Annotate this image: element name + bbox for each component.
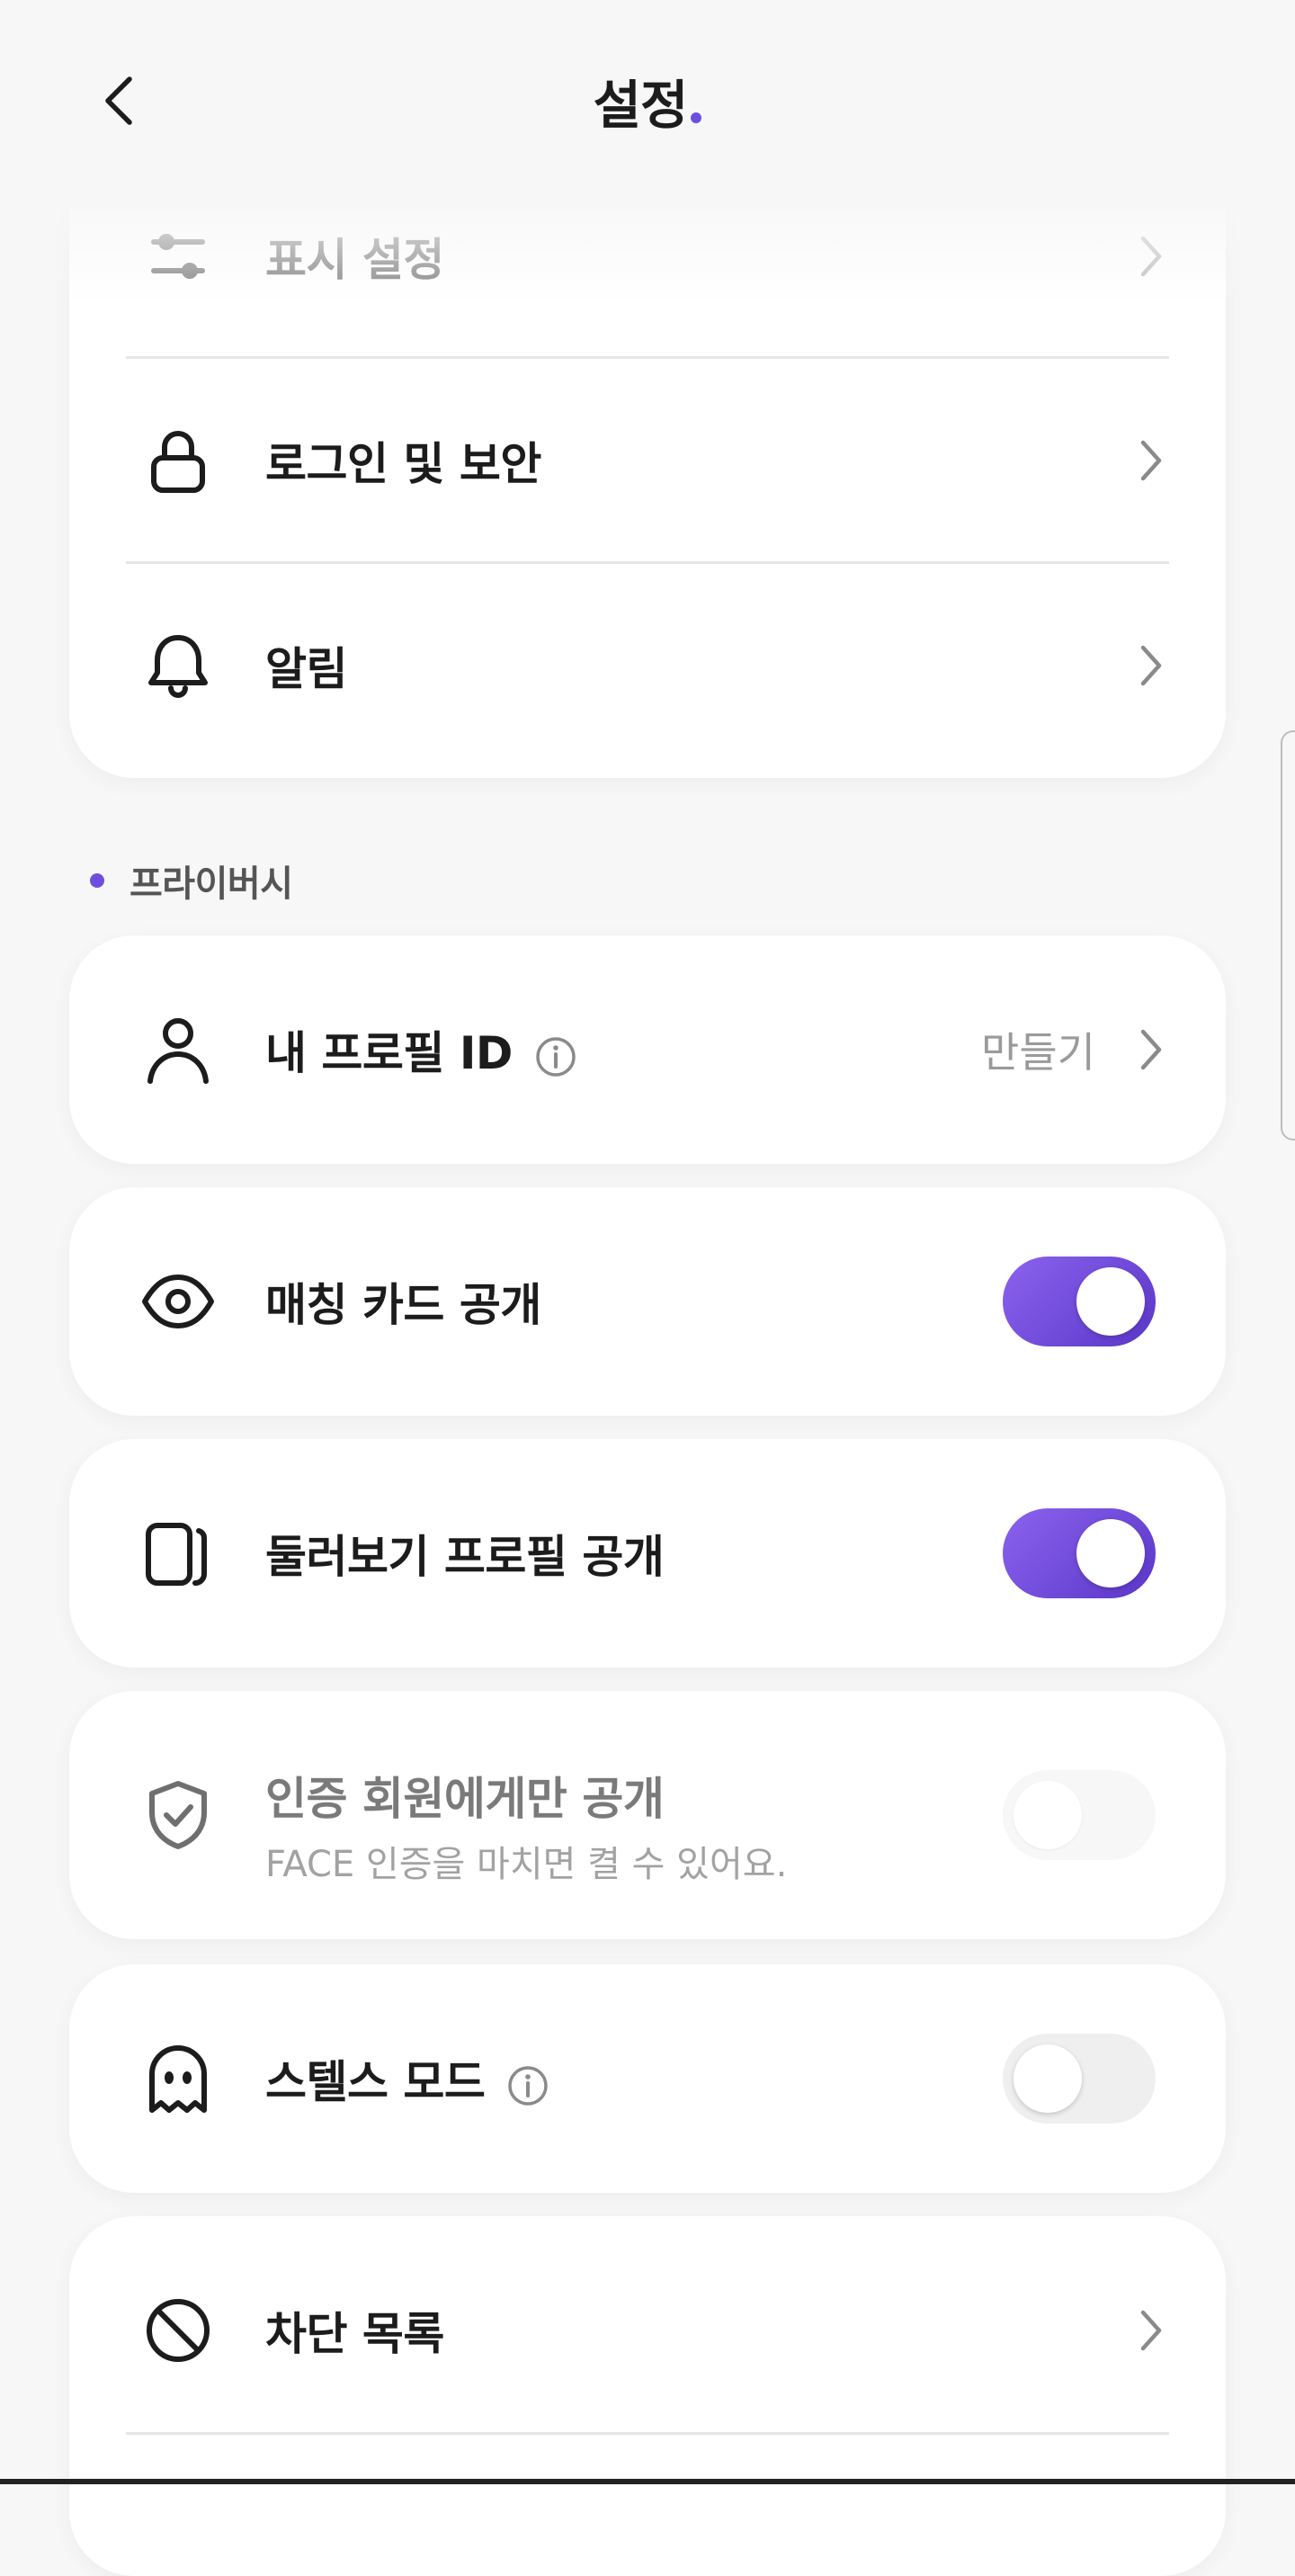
display-settings-label: 표시 설정: [265, 234, 444, 286]
verified-only-row: 인증 회원에게만 공개 FACE 인증을 마치면 켤 수 있어요.: [69, 1691, 1226, 1939]
section-accent-dot: [90, 873, 104, 888]
stealth-mode-row: 스텔스 모드: [69, 1977, 1226, 2180]
matching-card-visibility-card: 매칭 카드 공개: [69, 1187, 1226, 1416]
login-security-label: 로그인 및 보안: [265, 438, 541, 490]
matching-card-visibility-row: 매칭 카드 공개: [69, 1200, 1226, 1403]
stealth-mode-card: 스텔스 모드: [69, 1964, 1226, 2193]
chevron-right-icon: [1132, 435, 1168, 486]
block-list-card: 차단 목록: [69, 2216, 1226, 2576]
divider: [126, 2432, 1169, 2435]
shield-check-icon: [139, 1776, 217, 1854]
verified-only-card: 인증 회원에게만 공개 FACE 인증을 마치면 켤 수 있어요.: [69, 1691, 1226, 1939]
block-icon: [139, 2292, 217, 2369]
bottom-edge: [0, 2479, 1295, 2484]
verified-only-toggle[interactable]: [1003, 1770, 1156, 1860]
matching-card-visibility-label: 매칭 카드 공개: [265, 1279, 541, 1331]
notifications-row[interactable]: 알림: [69, 564, 1226, 767]
toggle-knob: [1076, 1267, 1145, 1336]
lock-icon: [139, 422, 217, 499]
bell-icon: [139, 627, 217, 704]
profile-id-row[interactable]: 내 프로필 ID 만들기: [69, 948, 1226, 1151]
privacy-section-label: 프라이버시: [130, 863, 293, 905]
ghost-icon: [139, 2040, 217, 2117]
block-list-label: 차단 목록: [265, 2308, 444, 2360]
chevron-right-icon: [1132, 640, 1168, 691]
profile-id-label-wrap: 내 프로필 ID: [265, 1017, 577, 1082]
eye-icon: [139, 1263, 217, 1340]
browse-profile-visibility-toggle[interactable]: [1003, 1508, 1156, 1598]
info-icon[interactable]: [534, 1035, 577, 1078]
header: 설정: [0, 0, 1295, 207]
browse-profile-visibility-card: 둘러보기 프로필 공개: [69, 1439, 1226, 1668]
stealth-mode-label: 스텔스 모드: [265, 2056, 486, 2108]
create-profile-id-text: 만들기: [981, 1028, 1095, 1077]
page-title: 설정: [0, 63, 1295, 139]
chevron-right-icon: [1132, 231, 1168, 282]
title-accent-dot: [691, 112, 702, 123]
profile-id-label: 내 프로필 ID: [265, 1027, 513, 1079]
toggle-knob: [1014, 2044, 1082, 2113]
account-settings-card: 표시 설정 로그인 및 보안 알림: [69, 144, 1226, 778]
scrollbar[interactable]: [1281, 730, 1295, 1140]
browse-profile-visibility-label: 둘러보기 프로필 공개: [265, 1531, 665, 1583]
verified-only-sublabel: FACE 인증을 마치면 켤 수 있어요.: [265, 1844, 788, 1885]
block-list-row[interactable]: 차단 목록: [69, 2229, 1226, 2432]
info-icon[interactable]: [506, 2064, 549, 2107]
chevron-right-icon: [1132, 1024, 1168, 1075]
login-security-row[interactable]: 로그인 및 보안: [69, 359, 1226, 562]
sliders-icon: [139, 218, 217, 295]
stealth-mode-toggle[interactable]: [1003, 2034, 1156, 2124]
cards-icon: [139, 1515, 217, 1592]
toggle-knob: [1014, 1781, 1082, 1849]
toggle-knob: [1076, 1519, 1145, 1588]
matching-card-visibility-toggle[interactable]: [1003, 1257, 1156, 1346]
verified-only-label: 인증 회원에게만 공개: [265, 1773, 665, 1825]
chevron-right-icon: [1132, 2305, 1168, 2356]
person-icon: [139, 1011, 217, 1088]
page-title-text: 설정: [593, 75, 689, 136]
browse-profile-visibility-row: 둘러보기 프로필 공개: [69, 1452, 1226, 1655]
notifications-label: 알림: [265, 643, 348, 695]
profile-id-card[interactable]: 내 프로필 ID 만들기: [69, 935, 1226, 1164]
privacy-section-header: 프라이버시: [90, 854, 293, 907]
stealth-mode-label-wrap: 스텔스 모드: [265, 2046, 549, 2111]
